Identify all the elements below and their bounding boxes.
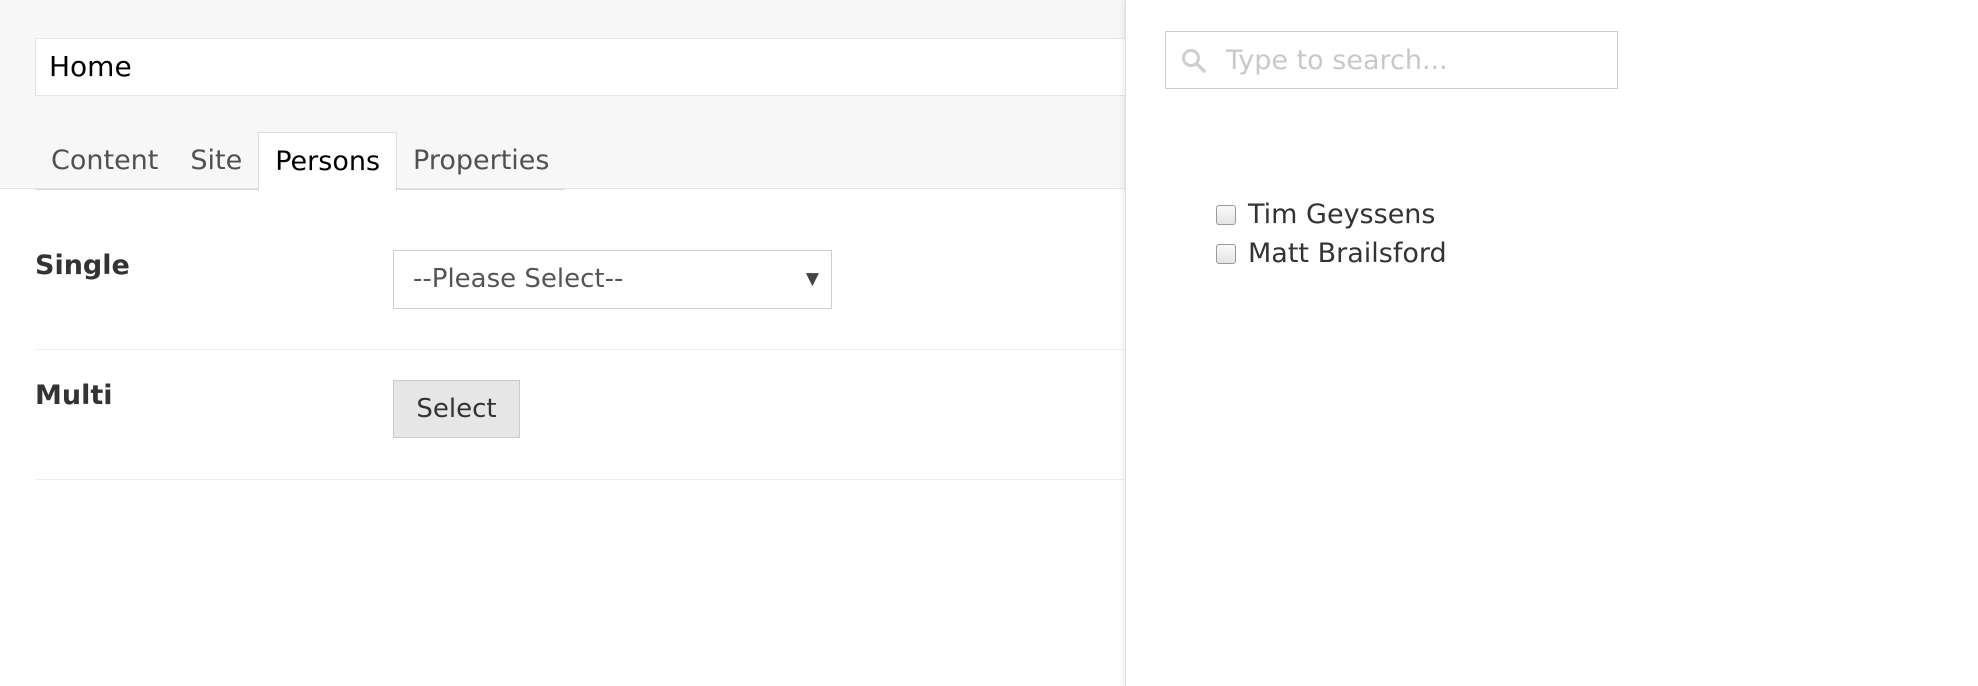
- person-picker-overlay: Tim Geyssens Matt Brailsford: [1125, 0, 1978, 686]
- multi-label: Multi: [35, 380, 113, 411]
- search-box: [1165, 31, 1618, 89]
- search-input[interactable]: [1226, 32, 1606, 88]
- editor-tabs: Content Site Persons Properties: [35, 132, 566, 191]
- person-name: Matt Brailsford: [1248, 238, 1447, 269]
- person-list: Tim Geyssens Matt Brailsford: [1216, 195, 1447, 273]
- single-label: Single: [35, 250, 130, 281]
- tab-persons[interactable]: Persons: [258, 132, 398, 191]
- property-row-single: Single --Please Select-- ▼: [35, 190, 1125, 350]
- dropdown-arrow-icon: ▼: [805, 269, 819, 289]
- select-button[interactable]: Select: [393, 380, 520, 438]
- dropdown-selected-value: --Please Select--: [413, 264, 624, 294]
- tab-site[interactable]: Site: [174, 132, 259, 190]
- list-item[interactable]: Tim Geyssens: [1216, 195, 1447, 234]
- app-window: Home Content Site Persons Properties Sin…: [0, 0, 1978, 686]
- person-checkbox[interactable]: [1216, 204, 1236, 225]
- tab-content[interactable]: Content: [35, 132, 175, 190]
- person-name: Tim Geyssens: [1248, 199, 1436, 230]
- node-name-field[interactable]: Home: [35, 38, 1125, 96]
- person-checkbox[interactable]: [1216, 243, 1236, 264]
- search-icon: [1182, 49, 1206, 73]
- single-person-dropdown[interactable]: --Please Select-- ▼: [393, 250, 832, 309]
- tab-properties[interactable]: Properties: [397, 132, 566, 190]
- list-item[interactable]: Matt Brailsford: [1216, 234, 1447, 273]
- content-editor: Home Content Site Persons Properties Sin…: [0, 0, 1125, 686]
- editor-header: Home Content Site Persons Properties: [0, 0, 1125, 191]
- property-row-multi: Multi Select: [35, 350, 1125, 480]
